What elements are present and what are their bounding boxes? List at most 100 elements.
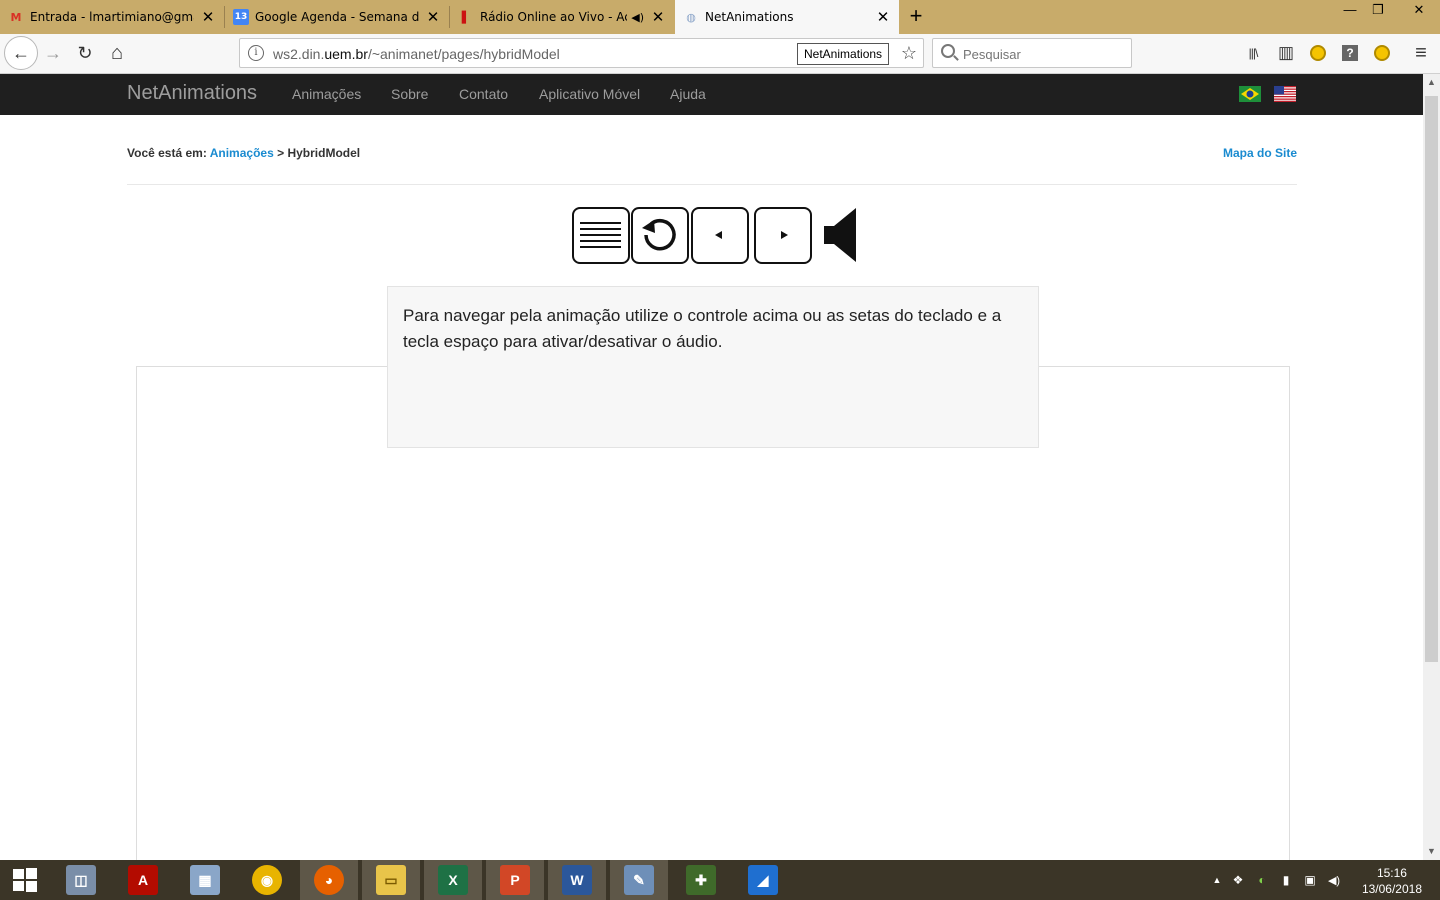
tab-calendar[interactable]: 13 Google Agenda - Semana de 10 ✕ <box>225 0 449 34</box>
info-icon[interactable]: i <box>248 45 264 61</box>
tab-label: Google Agenda - Semana de 10 <box>255 10 419 24</box>
taskbar-app[interactable]: ▦ <box>176 860 234 900</box>
powerpoint-icon: P <box>500 865 530 895</box>
tab-close-icon[interactable]: ✕ <box>425 8 441 26</box>
globe-icon: ◍ <box>686 10 696 24</box>
windows-taskbar: ◫ A ▦ ◉ ◕ ▭ X P W ✎ ✚ ◢ ▲ ❖ ◐ ▮ ▣ ◀) 15:… <box>0 860 1440 900</box>
taskbar-app[interactable]: P <box>486 860 544 900</box>
taskbar-app[interactable]: ◢ <box>734 860 792 900</box>
word-icon: W <box>562 865 592 895</box>
breadcrumb-separator: > <box>277 146 285 160</box>
acrobat-icon: A <box>128 865 158 895</box>
scroll-up-icon[interactable]: ▲ <box>1423 74 1440 91</box>
tab-close-icon[interactable]: ✕ <box>200 8 216 26</box>
windows-start-button[interactable] <box>0 860 50 900</box>
sync-icon[interactable]: ◐ <box>1250 873 1274 887</box>
menu-hamburger-icon[interactable]: ≡ <box>1410 42 1432 64</box>
previous-icon <box>715 231 722 239</box>
scrollbar-thumb[interactable] <box>1425 96 1438 662</box>
chrome-icon: ◉ <box>252 865 282 895</box>
tab-close-icon[interactable]: ✕ <box>650 8 666 26</box>
gmail-icon: M <box>10 10 22 24</box>
sidebar-icon[interactable]: ▥ <box>1275 42 1297 64</box>
battery-icon[interactable]: ▮ <box>1274 873 1298 887</box>
browser-toolbar: ← → ↻ ⌂ i ws2.din.uem.br/~animanet/pages… <box>0 34 1440 74</box>
bookmark-star-icon[interactable]: ☆ <box>901 43 917 64</box>
taskbar-clock[interactable]: 15:16 13/06/2018 <box>1362 865 1422 897</box>
breadcrumb-prefix: Você está em: <box>127 146 207 160</box>
next-button[interactable] <box>754 207 812 264</box>
tab-gmail[interactable]: M Entrada - lmartimiano@gmail.c ✕ <box>0 0 224 34</box>
tab-audio-icon[interactable]: ◀) <box>631 11 644 24</box>
url-text[interactable]: ws2.din.uem.br/~animanet/pages/hybridMod… <box>273 46 560 62</box>
taskbar-app[interactable]: ✚ <box>672 860 730 900</box>
replay-icon <box>642 218 676 251</box>
forward-button[interactable]: → <box>38 38 68 68</box>
firefox-icon: ◕ <box>314 865 344 895</box>
flag-usa-icon[interactable] <box>1274 86 1296 102</box>
taskbar-app-active[interactable]: ◕ <box>300 860 358 900</box>
site-brand[interactable]: NetAnimations <box>127 82 257 105</box>
tab-radio[interactable]: ▌ Rádio Online ao Vivo - Aces ◀) ✕ <box>450 0 674 34</box>
search-input[interactable] <box>963 44 1123 64</box>
menu-item-ajuda[interactable]: Ajuda <box>670 86 706 102</box>
menu-icon <box>580 222 621 248</box>
taskbar-app[interactable]: A <box>114 860 172 900</box>
file-explorer-icon: ▭ <box>376 865 406 895</box>
tab-netanimations[interactable]: ◍ NetAnimations ✕ <box>675 0 899 34</box>
network-icon[interactable]: ▣ <box>1298 873 1322 887</box>
new-tab-button[interactable]: + <box>904 4 928 28</box>
help-icon[interactable]: ? <box>1339 42 1361 64</box>
menu-button[interactable] <box>572 207 630 264</box>
paint-icon: ✎ <box>624 865 654 895</box>
wireshark-icon: ◢ <box>748 865 778 895</box>
taskbar-app[interactable]: ▭ <box>362 860 420 900</box>
back-button[interactable]: ← <box>4 36 38 70</box>
app-green-icon: ✚ <box>686 865 716 895</box>
extension-search-icon[interactable] <box>1307 42 1329 64</box>
taskbar-app[interactable]: ✎ <box>610 860 668 900</box>
previous-button[interactable] <box>691 207 749 264</box>
menu-item-contato[interactable]: Contato <box>459 86 508 102</box>
windows-start-icon <box>13 868 37 892</box>
scroll-down-icon[interactable]: ▼ <box>1423 843 1440 860</box>
tray-expand-icon[interactable]: ▲ <box>1208 875 1226 885</box>
sitemap-link[interactable]: Mapa do Site <box>1223 146 1297 160</box>
menu-item-sobre[interactable]: Sobre <box>391 86 428 102</box>
tab-label: NetAnimations <box>705 10 794 24</box>
volume-icon[interactable]: ◀) <box>1322 874 1346 887</box>
calculator-icon: ▦ <box>190 865 220 895</box>
breadcrumb-link-animacoes[interactable]: Animações <box>210 146 274 160</box>
tab-close-icon[interactable]: ✕ <box>875 8 891 26</box>
replay-button[interactable] <box>631 207 689 264</box>
calendar-icon: 13 <box>233 9 249 25</box>
system-tray: ▲ ❖ ◐ ▮ ▣ ◀) <box>1208 860 1346 900</box>
taskbar-app[interactable]: ◉ <box>238 860 296 900</box>
window-close-button[interactable]: ✕ <box>1398 0 1440 22</box>
url-bar[interactable]: i ws2.din.uem.br/~animanet/pages/hybridM… <box>239 38 924 68</box>
divider <box>127 184 1297 185</box>
extension-icon[interactable] <box>1371 42 1393 64</box>
page-scrollbar[interactable]: ▲ ▼ <box>1423 74 1440 860</box>
library-icon[interactable]: |||\ <box>1242 42 1264 64</box>
system-monitor-icon: ◫ <box>66 865 96 895</box>
restore-button[interactable]: ❐ <box>1362 0 1394 22</box>
tab-label: Entrada - lmartimiano@gmail.c <box>30 10 194 24</box>
flag-brazil-icon[interactable] <box>1239 86 1261 102</box>
search-box[interactable] <box>932 38 1132 68</box>
menu-item-aplicativo-movel[interactable]: Aplicativo Móvel <box>539 86 640 102</box>
taskbar-app[interactable]: X <box>424 860 482 900</box>
tab-label: Rádio Online ao Vivo - Aces <box>480 10 627 24</box>
clock-time: 15:16 <box>1376 866 1407 880</box>
dropbox-icon[interactable]: ❖ <box>1226 873 1250 887</box>
home-button[interactable]: ⌂ <box>102 38 132 68</box>
next-icon <box>781 231 788 239</box>
menu-item-animacoes[interactable]: Animações <box>292 86 361 102</box>
excel-icon: X <box>438 865 468 895</box>
clock-date: 13/06/2018 <box>1361 882 1422 896</box>
taskbar-app[interactable]: ◫ <box>52 860 110 900</box>
speaker-icon[interactable] <box>820 206 860 264</box>
taskbar-app[interactable]: W <box>548 860 606 900</box>
navigation-tip: Para navegar pela animação utilize o con… <box>387 286 1039 448</box>
reload-button[interactable]: ↻ <box>70 38 100 68</box>
